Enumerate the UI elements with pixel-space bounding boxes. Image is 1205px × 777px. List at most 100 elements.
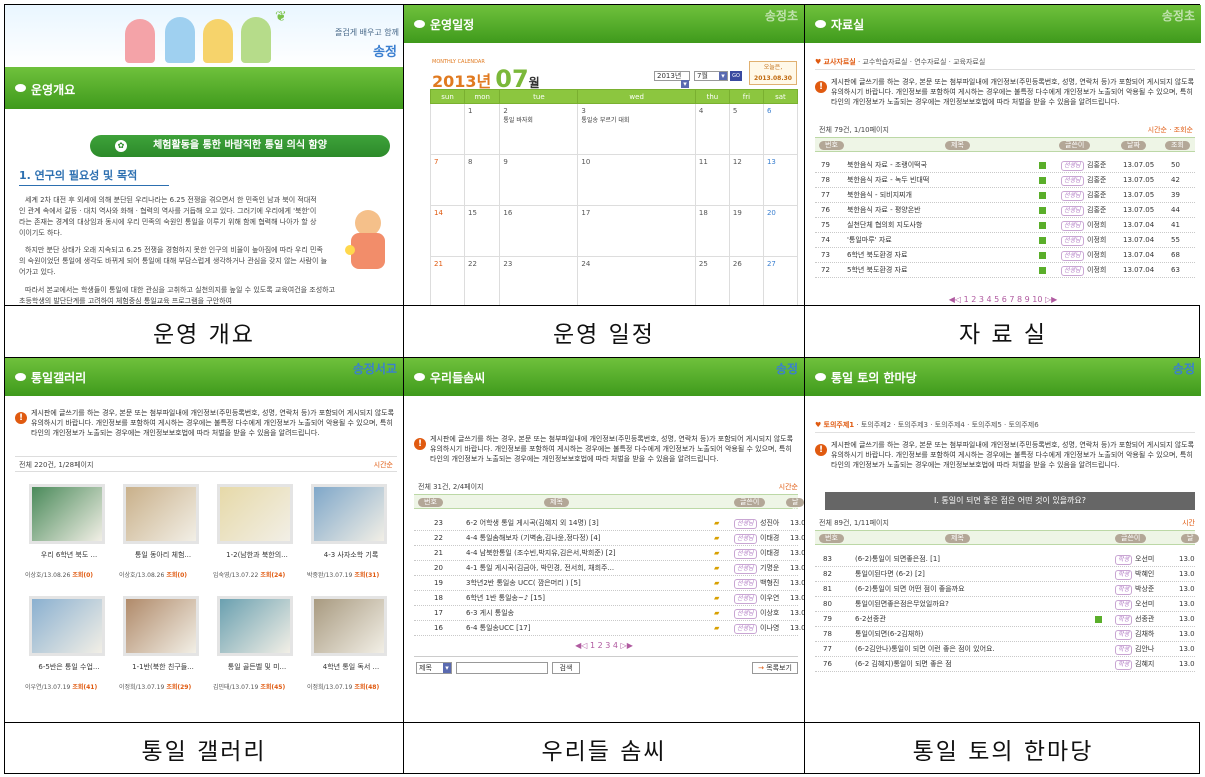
row-number: 19 xyxy=(434,579,443,587)
calendar-day[interactable]: 13 xyxy=(762,154,799,206)
table-row[interactable]: 76 북한음식 자료 - 평양온반 선생님 김홍준 13.07.05 44 xyxy=(815,203,1195,218)
calendar-day[interactable]: 21 xyxy=(429,256,466,305)
tab-topic-5[interactable]: 토의주제5 xyxy=(972,421,1002,429)
calendar-day[interactable]: 18 xyxy=(694,205,730,257)
calendar-day[interactable]: 6 xyxy=(762,103,799,155)
sort-links[interactable]: 시간순 · 조회순 xyxy=(1148,125,1193,135)
gallery-thumbnail[interactable] xyxy=(217,484,293,544)
calendar-day[interactable]: 23 xyxy=(499,256,579,305)
tab-topic-4[interactable]: 토의주제4 xyxy=(935,421,965,429)
table-row[interactable]: 74 '통일마루' 자료 선생님 이정희 13.07.04 55 xyxy=(815,233,1195,248)
table-row[interactable]: 78 북한음식 자료 - 녹두 빈대떡 선생님 김홍준 13.07.05 42 xyxy=(815,173,1195,188)
calendar-day[interactable]: 24 xyxy=(577,256,696,305)
gallery-thumbnail[interactable] xyxy=(123,596,199,656)
calendar-day[interactable]: 10 xyxy=(577,154,696,206)
calendar-day[interactable]: 25 xyxy=(694,256,730,305)
table-row[interactable]: 23 6-2 어학생 통일 게시곡(김혜지 외 14명) [3] ▰ 선생님 성진아 13… xyxy=(414,516,804,531)
table-row[interactable]: 77 북한음식 - 되비지찌개 선생님 김홍준 13.07.05 39 xyxy=(815,188,1195,203)
year-select[interactable]: 2013년 ▾ xyxy=(654,71,690,88)
pagination[interactable]: ◀◁ 1 2 3 4 ▷▶ xyxy=(404,641,804,650)
calendar-day[interactable]: 20 xyxy=(762,205,799,257)
table-row[interactable]: 20 4-1 통일 게시곡(김금아, 박민경, 전서희, 채희주... ▰ 선생님 기명… xyxy=(414,561,804,576)
table-row[interactable]: 81 (6-2)통일이 되면 어떤 점이 좋을까요 학생 박상준 13.0 xyxy=(815,582,1195,597)
screenshot-grid: 운영 개요 운영 일정 자 료 실 통일 갤러리 우리들 솜씨 통일 토의 한마… xyxy=(4,4,1201,774)
gallery-item[interactable]: 1-1반(북한 친구들... 이정희/13.07.19 조회(29) xyxy=(119,596,207,704)
calendar-grid: sun mon tue wed thu fri sat 1 2 통일 바자회 3 통일송 부르기 대… xyxy=(429,89,799,305)
calendar-day[interactable]: 4 xyxy=(694,103,730,155)
sort-link[interactable]: 시간 xyxy=(1182,518,1195,528)
gallery-item[interactable]: 통일 골든벨 및 미... 김민태/13.07.19 조회(45) xyxy=(213,596,301,704)
table-row[interactable]: 22 4-4 통일솜해보자 (기벽솜,김나윤,정다정) [4] ▰ 선생님 이태경 13.… xyxy=(414,531,804,546)
calendar-day[interactable]: 9 xyxy=(499,154,579,206)
calendar-day[interactable]: 16 xyxy=(499,205,579,257)
table-row[interactable]: 21 4-4 남북한통일 (조수빈,박지유,김은서,박희준) [2] ▰ 선생님 이태경… xyxy=(414,546,804,561)
gallery-item[interactable]: 우리 6학년 북도 ... 이상호/13.08.26 조회(0) xyxy=(25,484,113,592)
gallery-thumbnail[interactable] xyxy=(29,484,105,544)
table-row[interactable]: 77 (6-2김안나)통일이 되면 이런 좋은 점이 있어요. 학생 김안나 13.0 xyxy=(815,642,1195,657)
gallery-thumbnail[interactable] xyxy=(29,596,105,656)
gallery-thumbnail[interactable] xyxy=(311,484,387,544)
gallery-thumbnail[interactable] xyxy=(311,596,387,656)
table-row[interactable]: 79 북한음식 자료 - 조랭이떡국 선생님 김홍준 13.07.05 50 xyxy=(815,158,1195,173)
gallery-thumbnail[interactable] xyxy=(217,596,293,656)
search-field-select[interactable]: 제목 ▾ xyxy=(416,662,452,674)
table-row[interactable]: 72 5학년 북도환경 자료 선생님 이정희 13.07.04 63 xyxy=(815,263,1195,278)
table-row[interactable]: 17 6-3 게시 통일송 ▰ 선생님이상호 13.07 xyxy=(414,606,804,621)
calendar-day[interactable]: 8 xyxy=(464,154,501,206)
calendar-day[interactable]: 2 통일 바자회 xyxy=(499,103,579,155)
sort-link[interactable]: 시간순 xyxy=(779,482,798,492)
sort-link[interactable]: 시간순 xyxy=(374,460,393,470)
tab-topic-3[interactable]: 토의주제3 xyxy=(898,421,928,429)
pagination[interactable]: ◀◁ 1 2 3 4 5 6 7 8 9 10 ▷▶ xyxy=(805,295,1201,304)
search-input[interactable] xyxy=(456,662,548,674)
table-row[interactable]: 16 6-4 통일송UCC [17] ▰ 선생님이나영 13.07 xyxy=(414,621,804,636)
tab-education[interactable]: 교육자료실 xyxy=(953,58,985,66)
calendar-day[interactable]: 7 xyxy=(429,154,466,206)
calendar-day[interactable]: 22 xyxy=(464,256,501,305)
table-row[interactable]: 82 통일이된다면 (6-2) [2] 학생 박혜인 13.0 xyxy=(815,567,1195,582)
gallery-thumbnail[interactable] xyxy=(123,484,199,544)
tab-topic-6[interactable]: 토의주제6 xyxy=(1008,421,1038,429)
calendar-day[interactable]: 3 통일송 부르기 대회 xyxy=(577,103,696,155)
calendar-day[interactable]: 17 xyxy=(577,205,696,257)
calendar-day[interactable]: 11 xyxy=(694,154,730,206)
table-row[interactable]: 80 통일이된면좋은점은무었일까요? 학생 오선미 13.0 xyxy=(815,597,1195,612)
month-select[interactable]: 7월 ▾ xyxy=(694,71,728,81)
row-date: 13.07 xyxy=(790,564,804,572)
calendar-day[interactable]: 26 xyxy=(728,256,764,305)
search-button[interactable]: 검색 xyxy=(552,662,580,674)
calendar-day[interactable]: 14 xyxy=(429,205,466,257)
panel-overview: ❦ 즐겁게 배우고 함께 송정 운영개요 체험활동을 통한 바람직한 통일 의식… xyxy=(5,5,403,305)
table-row[interactable]: 83 (6-2)통일이 되면좋은점. [1] 학생 오선미 13.0 xyxy=(815,552,1195,567)
table-row[interactable]: 78 통일이되면(6-2김채하) 학생 김채하 13.0 xyxy=(815,627,1195,642)
list-button[interactable]: → 목록보기 xyxy=(752,662,798,674)
table-row[interactable]: 18 6학년 1반 통일송~♪ [15] ▰ 선생님이우연 13.07 xyxy=(414,591,804,606)
calendar-day[interactable]: 19 xyxy=(728,205,764,257)
table-row[interactable]: 75 실천단체 협의회 지도사항 선생님 이정희 13.07.04 41 xyxy=(815,218,1195,233)
calendar-day[interactable]: 5 xyxy=(728,103,764,155)
gallery-item[interactable]: 4학년 통일 독서 ... 이정희/13.07.19 조회(48) xyxy=(307,596,395,704)
go-button[interactable]: GO xyxy=(730,71,742,81)
page-numbers[interactable]: 1 2 3 4 xyxy=(590,641,618,650)
calendar-day[interactable] xyxy=(429,103,466,155)
tab-topic-2[interactable]: 토의주제2 xyxy=(861,421,891,429)
tab-topic-1[interactable]: 토의주제1 xyxy=(824,421,855,429)
day-number: 23 xyxy=(503,260,513,268)
tab-teacher[interactable]: 교사자료실 xyxy=(824,58,856,66)
tab-teaching[interactable]: 교수학습자료실 xyxy=(862,58,907,66)
page-numbers[interactable]: 1 2 3 4 5 6 7 8 9 10 xyxy=(964,295,1043,304)
row-author: 박혜인 xyxy=(1135,570,1155,578)
table-row[interactable]: 73 6학년 북도환경 자료 선생님 이정희 13.07.04 68 xyxy=(815,248,1195,263)
calendar-day[interactable]: 27 xyxy=(762,256,799,305)
calendar-day[interactable]: 1 xyxy=(464,103,501,155)
calendar-day[interactable]: 15 xyxy=(464,205,501,257)
gallery-item[interactable]: 6-5반은 통일 수업... 이우연/13.07.19 조회(41) xyxy=(25,596,113,704)
table-row[interactable]: 19 3학년2반 통일송 UCC( 깜은머리 ) [5] ▰ 선생님백형진 13.07 xyxy=(414,576,804,591)
gallery-item[interactable]: 통일 동아리 체험... 이상호/13.08.26 조회(0) xyxy=(119,484,207,592)
tab-training[interactable]: 연수자료실 xyxy=(914,58,946,66)
table-row[interactable]: 79 6-2선종관 학생 선종관 13.0 xyxy=(815,612,1195,627)
calendar-day[interactable]: 12 xyxy=(728,154,764,206)
gallery-item[interactable]: 1-2(남한과 북한의... 임숙영/13.07.22 조회(24) xyxy=(213,484,301,592)
gallery-item[interactable]: 4-3 사자소학 기록 박중완/13.07.19 조회(31) xyxy=(307,484,395,592)
table-row[interactable]: 76 (6-2 김혜지)통일이 되면 좋은 점 학생 김혜지 13.0 xyxy=(815,657,1195,672)
